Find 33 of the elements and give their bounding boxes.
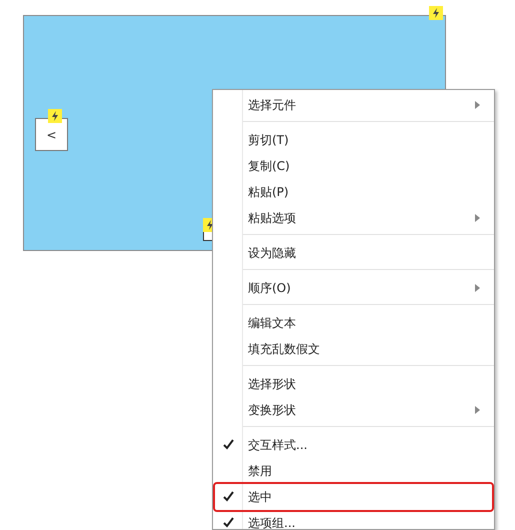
menu-label: 复制(C) (248, 158, 291, 175)
menu-label: 填充乱数假文 (248, 341, 321, 358)
menu-label: 交互样式... (248, 437, 308, 454)
menu-label: 选择元件 (248, 97, 297, 114)
menu-item[interactable]: 交互样式... (215, 432, 492, 458)
menu-item[interactable]: 剪切(T) (215, 127, 492, 153)
lightning-icon (429, 6, 443, 20)
lightning-icon (48, 109, 62, 123)
menu-item[interactable]: 粘贴选项 (215, 205, 492, 231)
menu-item[interactable]: 复制(C) (215, 153, 492, 179)
menu-label: 粘贴选项 (248, 210, 297, 227)
menu-item[interactable]: 顺序(O) (215, 275, 492, 301)
menu-item[interactable]: 编辑文本 (215, 310, 492, 336)
menu-item[interactable]: 选择元件 (215, 92, 492, 118)
menu-item[interactable]: 变换形状 (215, 397, 492, 423)
menu-label: 剪切(T) (248, 132, 290, 149)
menu-label: 禁用 (248, 463, 273, 480)
menu-item[interactable]: 选择形状 (215, 371, 492, 397)
menu-item[interactable]: 选中 (215, 484, 492, 510)
menu-label: 选中 (248, 489, 273, 506)
menu-item[interactable]: 禁用 (215, 458, 492, 484)
menu-label: 设为隐藏 (248, 245, 297, 262)
menu-label: 编辑文本 (248, 315, 297, 332)
menu-item[interactable]: 选项组... (215, 510, 492, 529)
menu-label: 顺序(O) (248, 280, 292, 297)
menu-label: 粘贴(P) (248, 184, 290, 201)
menu-item[interactable]: 设为隐藏 (215, 240, 492, 266)
back-button[interactable]: < (35, 118, 68, 151)
menu-label: 变换形状 (248, 402, 297, 419)
menu-label: 选项组... (248, 515, 296, 529)
menu-item[interactable]: 填充乱数假文 (215, 336, 492, 362)
menu-item[interactable]: 粘贴(P) (215, 179, 492, 205)
menu-label: 选择形状 (248, 376, 297, 393)
